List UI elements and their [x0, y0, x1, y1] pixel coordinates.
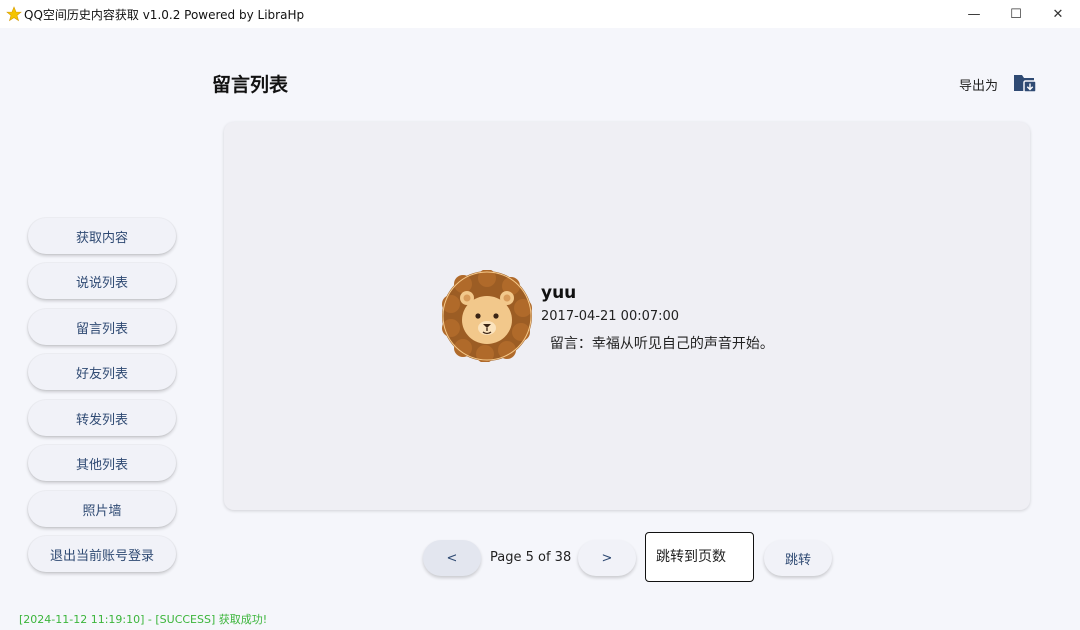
star-icon [6, 6, 22, 22]
sidebar-item-fetch-content[interactable]: 获取内容 [28, 218, 176, 254]
message-username: yuu [541, 283, 577, 303]
prev-page-button[interactable]: < [423, 540, 481, 576]
sidebar-item-other-list[interactable]: 其他列表 [28, 445, 176, 481]
jump-button[interactable]: 跳转 [764, 540, 832, 576]
maximize-button[interactable]: ☐ [994, 0, 1038, 28]
jump-page-input[interactable] [645, 532, 754, 582]
folder-export-icon[interactable] [1012, 71, 1038, 95]
title-bar: QQ空间历史内容获取 v1.0.2 Powered by LibraHp — ☐… [0, 0, 1080, 28]
page-indicator: Page 5 of 38 [490, 550, 572, 565]
message-text: 留言：幸福从听见自己的声音开始。 [541, 336, 774, 352]
sidebar-item-forward-list[interactable]: 转发列表 [28, 400, 176, 436]
message-timestamp: 2017-04-21 00:07:00 [541, 309, 680, 324]
sidebar-item-friend-list[interactable]: 好友列表 [28, 354, 176, 390]
lion-avatar-icon [442, 270, 532, 362]
sidebar-item-message-list[interactable]: 留言列表 [28, 309, 176, 345]
export-label: 导出为 [959, 79, 999, 94]
status-log: [2024-11-12 11:19:10] - [SUCCESS] 获取成功! [19, 613, 268, 626]
next-page-button[interactable]: > [578, 540, 636, 576]
sidebar-item-shuoshuo-list[interactable]: 说说列表 [28, 263, 176, 299]
minimize-button[interactable]: — [952, 0, 996, 28]
window-title: QQ空间历史内容获取 v1.0.2 Powered by LibraHp [24, 8, 305, 22]
page-title: 留言列表 [212, 74, 289, 96]
sidebar-item-photo-wall[interactable]: 照片墙 [28, 491, 176, 527]
close-button[interactable]: ✕ [1036, 0, 1080, 28]
sidebar-item-logout[interactable]: 退出当前账号登录 [28, 536, 176, 572]
